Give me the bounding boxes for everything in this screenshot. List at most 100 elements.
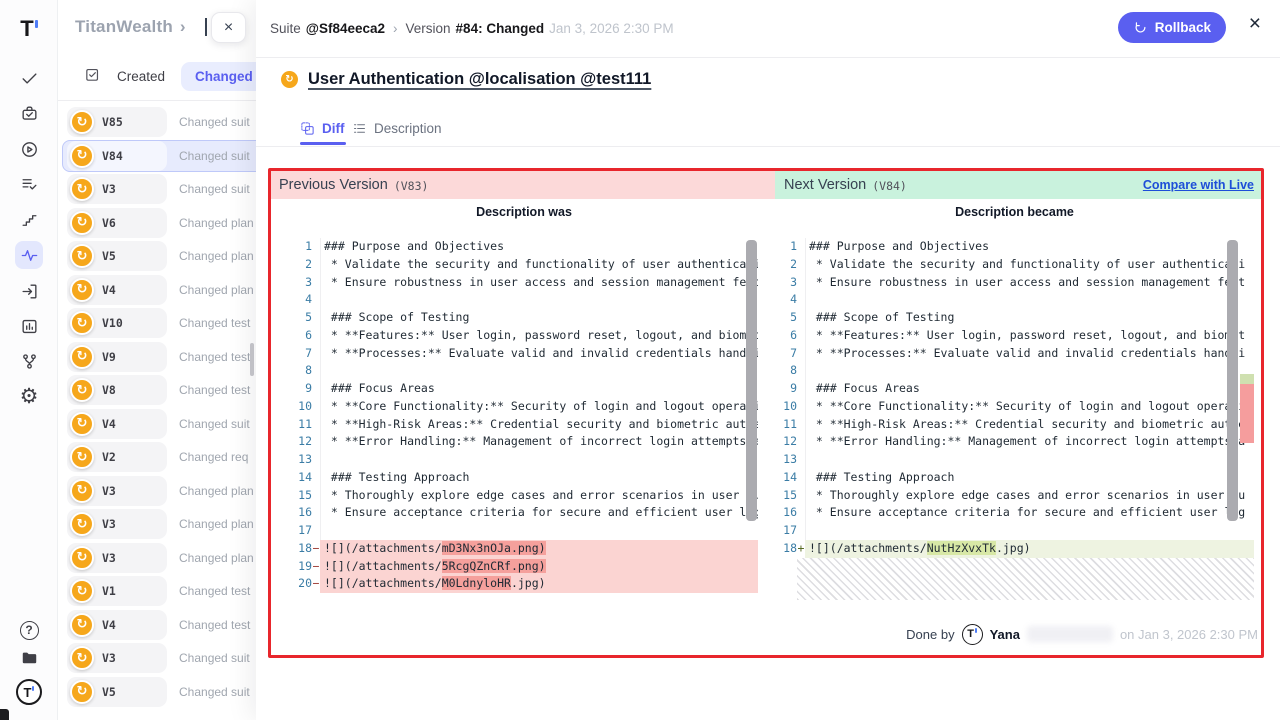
compare-with-live-link[interactable]: Compare with Live (1143, 178, 1262, 192)
version-number: V4 (102, 417, 116, 431)
diff-line: 17 (775, 522, 1254, 540)
version-pill: ↻ V5 (67, 677, 167, 707)
changed-badge-icon: ↻ (70, 244, 94, 268)
diff-line: 16 * Ensure acceptance criteria for secu… (290, 504, 758, 522)
user-avatar[interactable]: T (962, 624, 983, 645)
version-pill: ↻ V3 (67, 543, 167, 573)
version-change-label: Changed test (179, 383, 250, 397)
left-pane-scrollbar-thumb[interactable] (746, 240, 757, 521)
gear-icon[interactable]: ⚙ (15, 382, 43, 410)
changed-badge-icon: ↻ (70, 144, 94, 168)
diff-line: 9 ### Focus Areas (775, 380, 1254, 398)
user-first-name: Yana (990, 627, 1020, 642)
logo-mark (35, 20, 38, 28)
right-column-title: Description became (775, 205, 1254, 219)
diff-line: 11 * **High-Risk Areas:** Credential sec… (290, 416, 758, 434)
version-change-label: Changed suit (179, 182, 250, 196)
diff-line: 2 * Validate the security and functional… (290, 256, 758, 274)
diff-line: 8 (290, 362, 758, 380)
next-version-number: (V84) (872, 177, 907, 193)
changed-badge-icon: ↻ (70, 512, 94, 536)
diff-line: 18−![](/attachments/mD3Nx3nOJa.png) (290, 540, 758, 558)
steps-icon[interactable] (15, 206, 43, 234)
folder-icon[interactable] (15, 644, 43, 672)
diff-pane-next[interactable]: 1### Purpose and Objectives2 * Validate … (775, 238, 1254, 600)
branch-icon[interactable] (15, 347, 43, 375)
profile-avatar[interactable]: T (15, 678, 43, 706)
tab-diff[interactable]: Diff (300, 121, 345, 136)
breadcrumb-timestamp: Jan 3, 2026 2:30 PM (549, 21, 674, 36)
diff-line: 20−![](/attachments/M0LdnyloHR.jpg) (290, 575, 758, 593)
entity-title-link[interactable]: User Authentication @localisation @test1… (308, 70, 651, 89)
version-number: V85 (102, 115, 123, 129)
version-pill: ↻ V5 (67, 241, 167, 271)
project-title[interactable]: TitanWealth (75, 17, 173, 37)
version-change-label: Changed suit (179, 651, 250, 665)
modal-close-button[interactable]: × (1249, 13, 1261, 34)
diff-line: 13 (290, 451, 758, 469)
diff-line: 16 * Ensure acceptance criteria for secu… (775, 504, 1254, 522)
version-change-label: Changed suit (179, 417, 250, 431)
version-pill: ↻ V8 (67, 375, 167, 405)
tab-changed[interactable]: Changed (181, 62, 267, 91)
help-icon[interactable]: ? (15, 616, 43, 644)
diff-line: 4 (775, 291, 1254, 309)
panel-close-button[interactable]: × (211, 12, 246, 43)
changed-badge-icon: ↻ (70, 579, 94, 603)
rollback-button[interactable]: Rollback (1118, 12, 1226, 43)
list-check-icon[interactable] (15, 170, 43, 198)
diff-line: 11 * **High-Risk Areas:** Credential sec… (775, 416, 1254, 434)
diff-line: 10 * **Core Functionality:** Security of… (775, 398, 1254, 416)
version-pill: ↻ V3 (67, 643, 167, 673)
version-change-label: Changed test (179, 618, 250, 632)
play-circle-icon[interactable] (15, 135, 43, 163)
right-pane-scrollbar-thumb[interactable] (1227, 240, 1238, 521)
diff-line: 15 * Thoroughly explore edge cases and e… (290, 487, 758, 505)
changed-badge-icon: ↻ (70, 646, 94, 670)
app-root: T ⚙ ? T TitanWealth › × Created Changed … (0, 0, 1280, 720)
changed-badge-icon: ↻ (70, 479, 94, 503)
chevron-right-icon: › (393, 21, 398, 36)
diff-line: 10 * **Core Functionality:** Security of… (290, 398, 758, 416)
version-number: V3 (102, 182, 116, 196)
diff-pane-previous[interactable]: 1### Purpose and Objectives2 * Validate … (290, 238, 758, 600)
tab-created[interactable]: Created (117, 69, 165, 84)
version-pill: ↻ V3 (67, 174, 167, 204)
tab-description[interactable]: Description (352, 121, 442, 136)
version-pill: ↻ V9 (67, 342, 167, 372)
previous-version-number: (V83) (394, 177, 429, 193)
version-number: V3 (102, 517, 116, 531)
briefcase-check-icon[interactable] (15, 99, 43, 127)
bar-chart-icon[interactable] (15, 312, 43, 340)
text-cursor (205, 18, 207, 36)
logo-mark (32, 686, 34, 691)
versions-scrollbar-thumb[interactable] (250, 343, 254, 376)
breadcrumb: Suite @Sf84eeca2 › Version #84: Changed … (270, 21, 674, 36)
breadcrumb-suite-id[interactable]: @Sf84eeca2 (306, 21, 385, 36)
version-change-label: Changed plan (179, 551, 254, 565)
check-icon[interactable] (15, 64, 43, 92)
version-number: V3 (102, 484, 116, 498)
activity-icon[interactable] (15, 241, 43, 269)
version-number: V5 (102, 685, 116, 699)
diff-line: 6 * **Features:** User login, password r… (290, 327, 758, 345)
version-pill: ↻ V6 (67, 208, 167, 238)
diff-line: 14 ### Testing Approach (775, 469, 1254, 487)
changed-badge-icon: ↻ (70, 311, 94, 335)
version-pill: ↻ V4 (67, 610, 167, 640)
exit-icon[interactable] (15, 277, 43, 305)
version-number: V4 (102, 283, 116, 297)
changed-badge-icon: ↻ (70, 546, 94, 570)
version-pill: ↻ V3 (67, 476, 167, 506)
divider (256, 146, 1280, 147)
changed-badge-icon: ↻ (70, 278, 94, 302)
app-logo-icon[interactable]: T (0, 16, 58, 42)
version-change-label: Changed plan (179, 484, 254, 498)
icon-rail: T ⚙ ? T (0, 0, 58, 720)
diff-overview-removed-marker (1240, 384, 1254, 443)
changed-badge-icon: ↻ (281, 71, 298, 88)
version-pill: ↻ V10 (67, 308, 167, 338)
changed-badge-icon: ↻ (70, 378, 94, 402)
breadcrumb-version-value: #84: Changed (456, 21, 545, 36)
redacted-last-name (1027, 626, 1113, 642)
